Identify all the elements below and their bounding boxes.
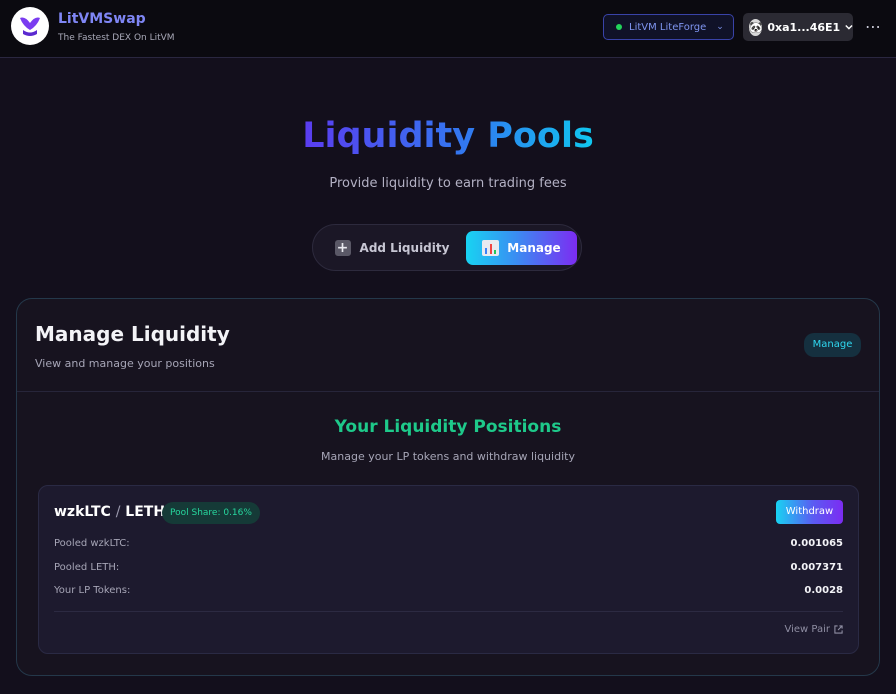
pooled-token-a-label: Pooled wzkLTC: — [54, 538, 130, 549]
divider — [17, 391, 879, 392]
token-a: wzkLTC — [54, 504, 111, 520]
external-link-icon — [834, 625, 843, 634]
lp-tokens-label: Your LP Tokens: — [54, 585, 131, 596]
liquidity-position: wzkLTC / LETH Pool Share: 0.16% Withdraw… — [38, 485, 859, 654]
section-title: Your Liquidity Positions — [334, 417, 562, 437]
page-title: Liquidity Pools — [302, 116, 594, 156]
pooled-token-b-value: 0.007371 — [790, 562, 843, 573]
wallet-address: 0xa1...46E1 — [767, 20, 841, 34]
tab-label: Add Liquidity — [359, 241, 450, 255]
pooled-token-b-label: Pooled LETH: — [54, 562, 120, 573]
brand-tagline: The Fastest DEX On LitVM — [58, 33, 175, 43]
avatar: 🐼 — [749, 18, 763, 36]
network-status-dot — [616, 24, 622, 30]
pooled-token-a-value: 0.001065 — [790, 538, 843, 549]
tab-switcher: + Add Liquidity Manage — [312, 224, 582, 271]
more-options-icon[interactable]: ⋯ — [862, 16, 884, 38]
logo[interactable] — [11, 7, 49, 45]
withdraw-button[interactable]: Withdraw — [776, 500, 843, 524]
chart-icon — [482, 240, 500, 256]
token-b: LETH — [125, 504, 166, 520]
pool-share-badge: Pool Share: 0.16% — [162, 502, 260, 524]
section-subtitle: Manage your LP tokens and withdraw liqui… — [321, 450, 575, 463]
card-subtitle: View and manage your positions — [35, 357, 215, 370]
network-selector[interactable]: LitVM LiteForge ⌄ — [603, 14, 734, 40]
plus-icon: + — [334, 240, 351, 256]
tab-add-liquidity[interactable]: + Add Liquidity — [319, 231, 465, 265]
status-badge: Manage — [804, 333, 861, 357]
manage-liquidity-card: Manage Liquidity View and manage your po… — [16, 298, 880, 676]
tab-label: Manage — [507, 241, 561, 255]
divider — [54, 611, 843, 612]
chevron-down-icon: ⌄ — [716, 22, 724, 32]
view-pair-link[interactable]: View Pair — [784, 624, 843, 635]
pair-separator: / — [115, 504, 121, 520]
brand-name[interactable]: LitVMSwap — [58, 11, 146, 27]
network-name: LitVM LiteForge — [629, 21, 707, 33]
page-subtitle: Provide liquidity to earn trading fees — [329, 176, 567, 191]
chevron-down-icon — [845, 24, 853, 30]
wallet-button[interactable]: 🐼 0xa1...46E1 — [743, 13, 853, 41]
logo-icon — [20, 17, 40, 36]
tab-manage[interactable]: Manage — [466, 231, 577, 265]
pair-name: wzkLTC / LETH — [54, 504, 165, 520]
view-pair-label: View Pair — [784, 624, 830, 635]
card-title: Manage Liquidity — [35, 322, 230, 346]
top-navbar: LitVMSwap The Fastest DEX On LitVM LitVM… — [0, 0, 896, 58]
lp-tokens-value: 0.0028 — [804, 585, 843, 596]
